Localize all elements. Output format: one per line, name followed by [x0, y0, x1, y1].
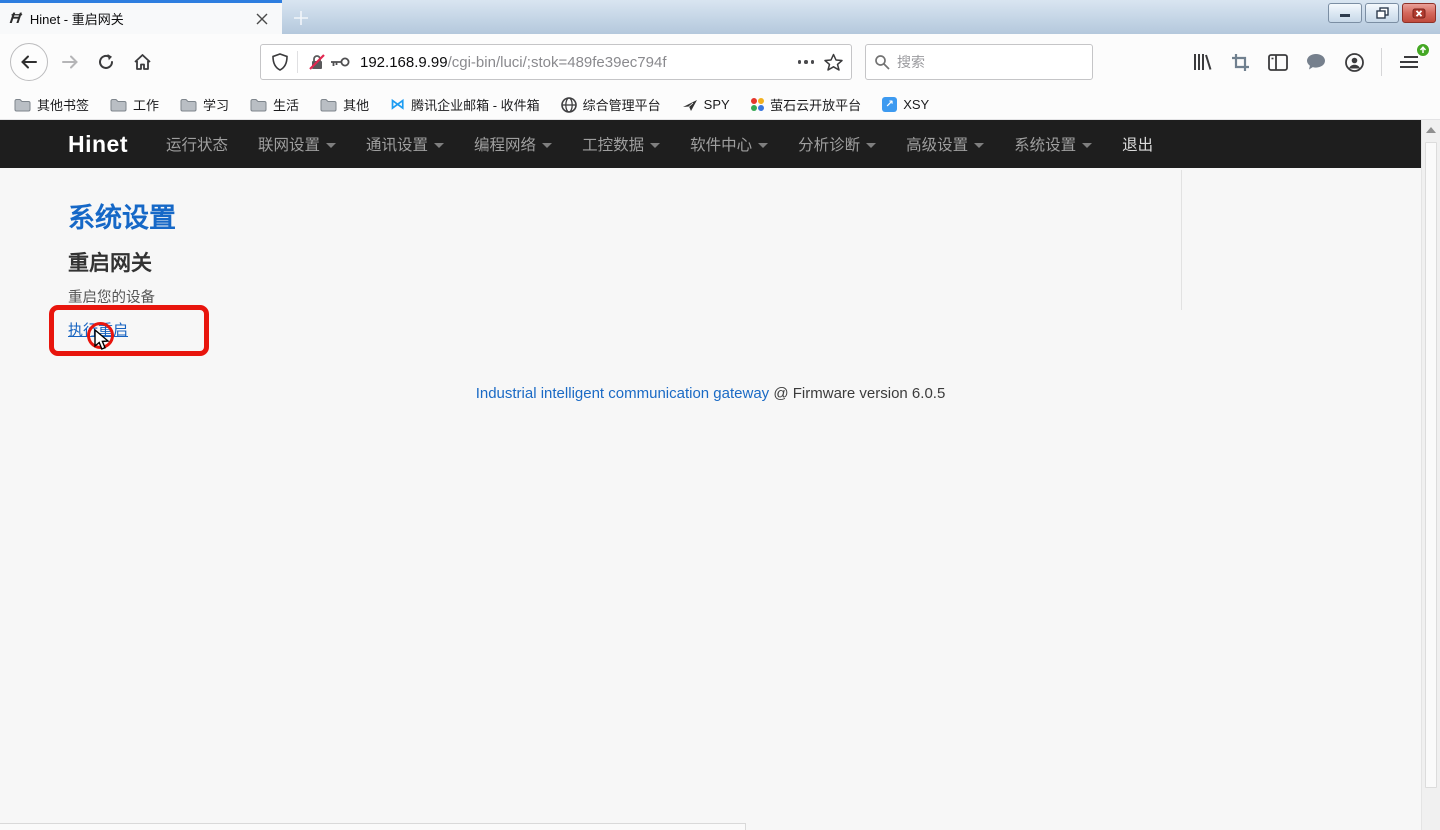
url-host: 192.168.9.99 [360, 54, 448, 71]
new-tab-button[interactable] [288, 4, 314, 32]
tab-close-icon[interactable] [252, 9, 272, 29]
tracking-shield-icon[interactable] [269, 47, 291, 77]
section-title: 系统设置 [68, 196, 176, 235]
nav-item-advanced-settings[interactable]: 高级设置 [906, 133, 984, 155]
bookmark-folder-other-bookmarks[interactable]: 其他书签 [14, 95, 89, 114]
library-icon[interactable] [1187, 47, 1217, 77]
bookmark-folder-life[interactable]: 生活 [250, 95, 299, 114]
page-footer: Industrial intelligent communication gat… [0, 385, 1421, 402]
insecure-lock-icon[interactable] [306, 47, 328, 77]
bookmark-xsy[interactable]: ↗ XSY [882, 97, 929, 112]
key-icon[interactable] [328, 47, 352, 77]
sidebar-icon[interactable] [1263, 47, 1293, 77]
scrollbar-thumb[interactable] [1425, 142, 1437, 788]
bookmark-spy[interactable]: SPY [682, 97, 730, 112]
bookmark-folder-work[interactable]: 工作 [110, 95, 159, 114]
site-navbar: Hinet 运行状态 联网设置 通讯设置 编程网络 工控数据 软件中心 分析诊断… [0, 120, 1421, 168]
bookmark-folder-study[interactable]: 学习 [180, 95, 229, 114]
nav-item-software-center[interactable]: 软件中心 [690, 133, 768, 155]
folder-icon [250, 98, 267, 112]
search-input[interactable] [897, 54, 1084, 70]
folder-icon [320, 98, 337, 112]
nav-item-diagnostics[interactable]: 分析诊断 [798, 133, 876, 155]
bookmark-star-icon[interactable] [824, 53, 843, 71]
forward-button[interactable] [52, 44, 88, 80]
folder-icon [180, 98, 197, 112]
window-titlebar: Ħ Hinet - 重启网关 [0, 0, 1440, 34]
urlbar-divider [297, 51, 298, 73]
url-path: /cgi-bin/luci/;stok=489fe39ec794f [448, 54, 667, 71]
page-title: 重启网关 [68, 247, 152, 277]
chevron-down-icon [866, 143, 876, 148]
chevron-down-icon [434, 143, 444, 148]
chevron-down-icon [542, 143, 552, 148]
nav-item-running-status[interactable]: 运行状态 [166, 133, 228, 155]
nav-item-network-settings[interactable]: 联网设置 [258, 133, 336, 155]
account-icon[interactable] [1339, 47, 1369, 77]
exmail-icon: ⋈ [390, 97, 405, 112]
ezviz-icon [751, 98, 765, 112]
nav-item-programming-network[interactable]: 编程网络 [474, 133, 552, 155]
bookmark-ezviz-platform[interactable]: 萤石云开放平台 [751, 95, 862, 114]
chevron-down-icon [1082, 143, 1092, 148]
screenshot-crop-icon[interactable] [1225, 47, 1255, 77]
nav-item-system-settings[interactable]: 系统设置 [1014, 133, 1092, 155]
url-bar[interactable]: 192.168.9.99/cgi-bin/luci/;stok=489fe39e… [260, 44, 852, 80]
toolbar-divider [1381, 48, 1382, 76]
plane-icon [682, 98, 698, 112]
gateway-footer-link[interactable]: Industrial intelligent communication gat… [476, 385, 770, 402]
folder-icon [14, 98, 31, 112]
browser-tab[interactable]: Ħ Hinet - 重启网关 [0, 0, 282, 34]
site-menu: 运行状态 联网设置 通讯设置 编程网络 工控数据 软件中心 分析诊断 高级设置 … [166, 133, 1183, 155]
vertical-scrollbar[interactable] [1421, 120, 1440, 830]
reload-button[interactable] [88, 44, 124, 80]
xsy-icon: ↗ [882, 97, 897, 112]
nav-item-logout[interactable]: 退出 [1122, 133, 1153, 155]
page-actions-icon[interactable] [798, 60, 815, 64]
browser-toolbar: 192.168.9.99/cgi-bin/luci/;stok=489fe39e… [0, 34, 1440, 90]
globe-icon [561, 97, 577, 113]
nav-item-industrial-data[interactable]: 工控数据 [582, 133, 660, 155]
search-icon [874, 54, 890, 70]
close-button[interactable] [1402, 3, 1436, 23]
folder-icon [110, 98, 127, 112]
chevron-down-icon [974, 143, 984, 148]
bookmark-folder-misc[interactable]: 其他 [320, 95, 369, 114]
chevron-down-icon [650, 143, 660, 148]
mouse-cursor-icon [94, 329, 111, 351]
site-logo: Hinet [68, 131, 128, 158]
page-viewport: Hinet 运行状态 联网设置 通讯设置 编程网络 工控数据 软件中心 分析诊断… [0, 120, 1440, 830]
search-box[interactable] [865, 44, 1093, 80]
update-badge-icon [1416, 43, 1430, 57]
tab-title: Hinet - 重启网关 [30, 9, 252, 28]
bookmarks-bar: 其他书签 工作 学习 生活 其他 ⋈ 腾讯企业邮箱 - 收件箱 综合管理平台 S… [0, 90, 1440, 120]
site-favicon-icon: Ħ [9, 10, 22, 27]
page-description: 重启您的设备 [68, 286, 155, 307]
restore-button[interactable] [1365, 3, 1399, 23]
bookmark-management-platform[interactable]: 综合管理平台 [561, 95, 661, 114]
menu-hamburger-icon[interactable] [1394, 47, 1424, 77]
chevron-down-icon [326, 143, 336, 148]
status-bar-strip [0, 823, 746, 830]
message-bubble-icon[interactable] [1301, 47, 1331, 77]
content-divider [1181, 170, 1182, 310]
nav-item-comm-settings[interactable]: 通讯设置 [366, 133, 444, 155]
minimize-button[interactable] [1328, 3, 1362, 23]
firmware-version-text: @ Firmware version 6.0.5 [769, 385, 945, 402]
url-text[interactable]: 192.168.9.99/cgi-bin/luci/;stok=489fe39e… [360, 54, 788, 71]
chevron-down-icon [758, 143, 768, 148]
toolbar-right-icons [1187, 47, 1430, 77]
scroll-up-arrow-icon[interactable] [1426, 127, 1436, 133]
bookmark-tencent-exmail[interactable]: ⋈ 腾讯企业邮箱 - 收件箱 [390, 95, 540, 114]
back-button[interactable] [10, 43, 48, 81]
home-button[interactable] [124, 44, 160, 80]
window-controls [1328, 3, 1436, 23]
